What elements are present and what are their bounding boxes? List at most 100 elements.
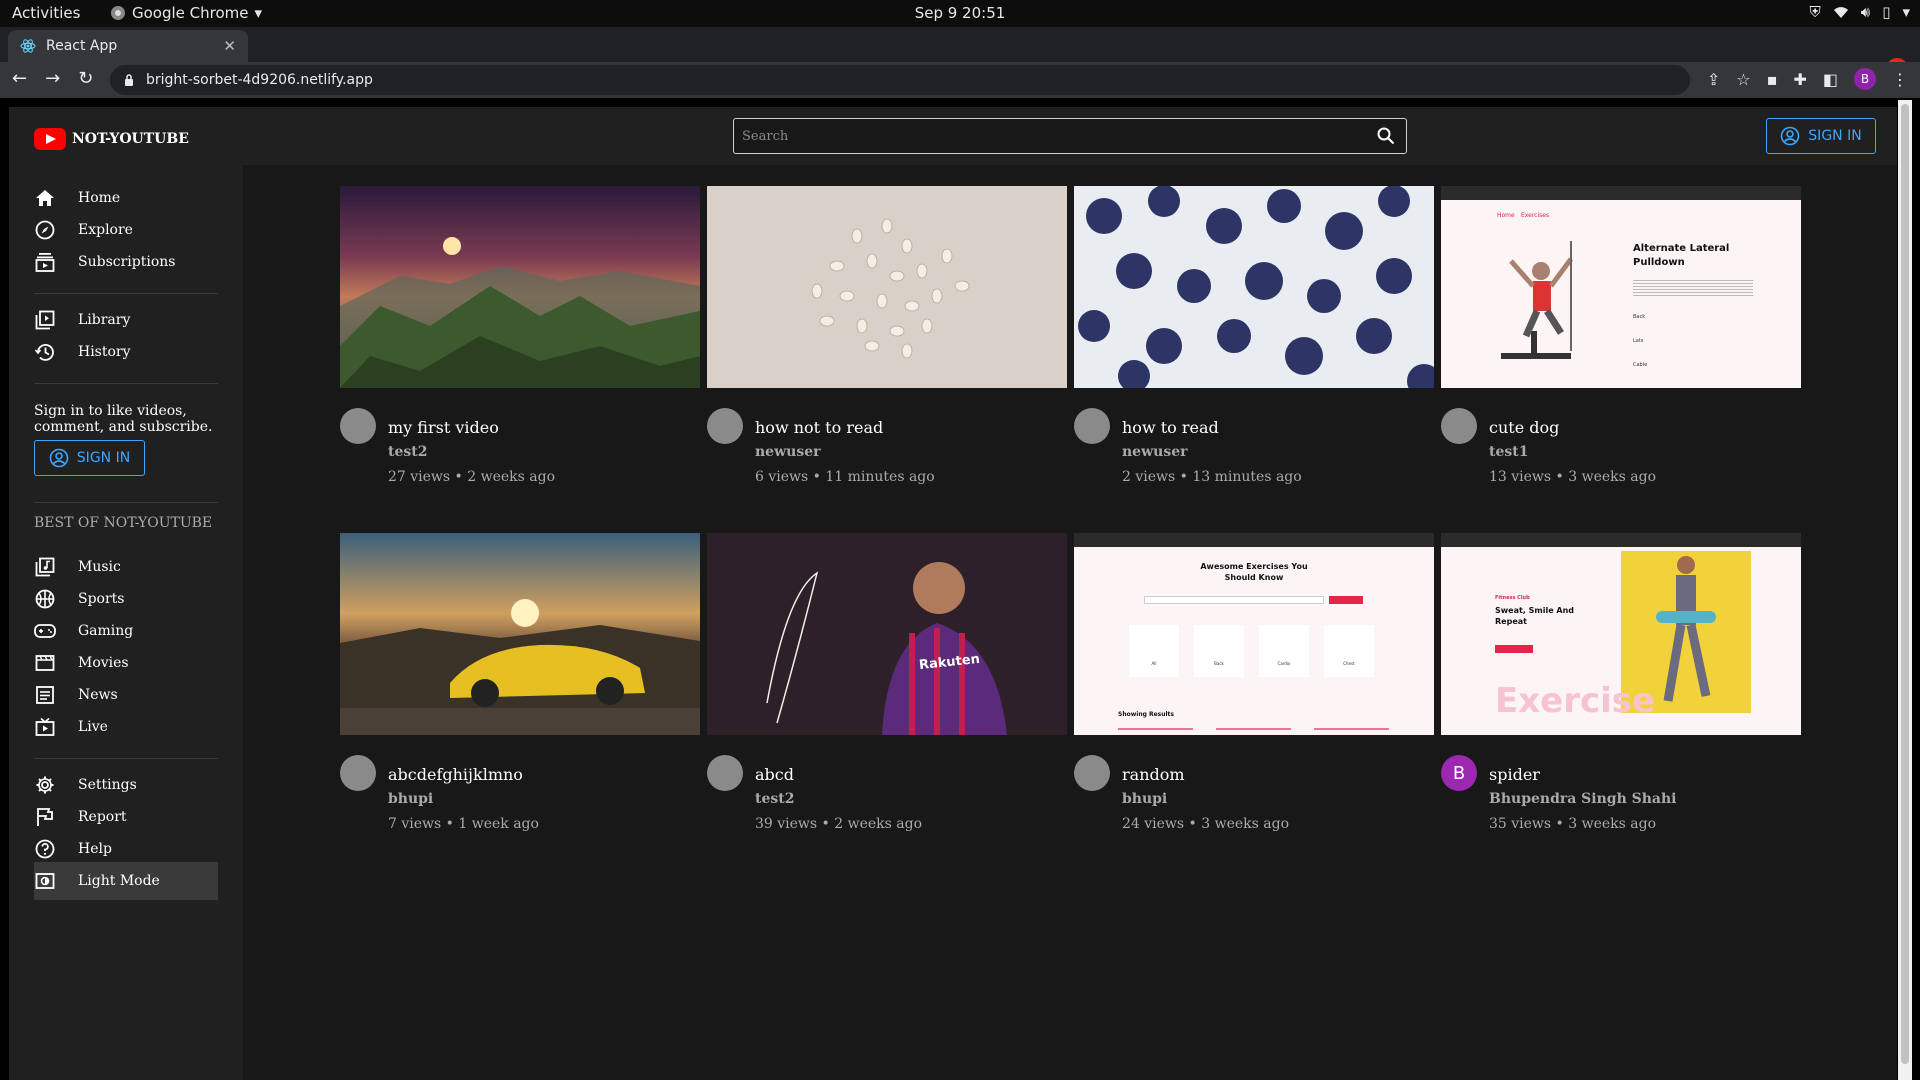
account-circle-icon — [49, 448, 69, 468]
menu-dots-icon[interactable]: ⋮ — [1892, 70, 1908, 89]
sidebar-item-light-mode[interactable]: Light Mode — [34, 862, 218, 900]
channel-avatar[interactable] — [707, 755, 743, 791]
web-page: NOT-YOUTUBE SIGN IN Home Explore Subscri… — [9, 107, 1897, 1080]
sidebar-item-subscriptions[interactable]: Subscriptions — [34, 243, 218, 281]
tab-title: React App — [46, 38, 118, 54]
channel-avatar[interactable] — [1074, 755, 1110, 791]
sidebar-item-live[interactable]: Live — [34, 708, 218, 746]
page-scrollbar[interactable] — [1898, 100, 1912, 1080]
video-card[interactable]: Home Exercises Alternate Lateral Pulldow… — [1441, 186, 1801, 485]
channel-name[interactable]: test2 — [388, 444, 427, 460]
channel-avatar[interactable]: B — [1441, 755, 1477, 791]
channel-avatar[interactable] — [1441, 408, 1477, 444]
channel-avatar[interactable] — [707, 408, 743, 444]
search-icon[interactable] — [1366, 127, 1406, 145]
video-card[interactable]: abcdefghijklmno bhupi 7 views • 1 week a… — [340, 533, 700, 832]
channel-avatar[interactable] — [340, 755, 376, 791]
header-sign-in-button[interactable]: SIGN IN — [1766, 118, 1876, 154]
scrollbar-thumb[interactable] — [1901, 104, 1909, 1064]
thumb-tag: Lats — [1633, 338, 1644, 344]
channel-avatar[interactable] — [340, 408, 376, 444]
thumb-tag: Cable — [1633, 362, 1648, 368]
reload-button[interactable]: ↻ — [78, 68, 93, 89]
video-card[interactable]: how to read newuser 2 views • 13 minutes… — [1074, 186, 1434, 485]
video-thumbnail[interactable] — [707, 186, 1067, 388]
sidebar-item-label: Home — [78, 190, 121, 206]
shield-icon: ⛨ — [1809, 3, 1821, 21]
system-top-bar: Activities Google Chrome ▾ Sep 9 20:51 ⛨… — [0, 0, 1920, 27]
react-icon — [20, 39, 36, 53]
close-tab-icon[interactable]: ✕ — [223, 37, 236, 55]
sidebar-item-label: Library — [78, 312, 131, 328]
sidebar-divider — [34, 293, 218, 294]
video-thumbnail[interactable] — [1074, 186, 1434, 388]
channel-avatar[interactable] — [1074, 408, 1110, 444]
back-button[interactable]: ← — [12, 68, 27, 89]
video-thumbnail[interactable]: Awesome Exercises You Should Know All Ba… — [1074, 533, 1434, 735]
video-card[interactable]: my first video test2 27 views • 2 weeks … — [340, 186, 700, 485]
activities-button[interactable]: Activities — [12, 4, 80, 22]
thumb-results-heading: Showing Results — [1118, 711, 1174, 718]
sidebar-item-label: Movies — [78, 655, 129, 671]
site-logo[interactable]: NOT-YOUTUBE — [34, 128, 189, 150]
sidebar-item-history[interactable]: History — [34, 333, 218, 371]
sidebar-item-label: Explore — [78, 222, 133, 238]
video-title[interactable]: how not to read — [755, 418, 883, 437]
sidebar-item-label: Live — [78, 719, 108, 735]
search-bar — [733, 118, 1407, 154]
browser-tab[interactable]: React App ✕ — [8, 30, 248, 62]
video-title[interactable]: cute dog — [1489, 418, 1559, 437]
video-title[interactable]: abcd — [755, 765, 794, 784]
sidebar-item-label: Help — [78, 841, 112, 857]
profile-avatar[interactable]: B — [1854, 68, 1876, 90]
sidebar-item-label: Gaming — [78, 623, 134, 639]
share-icon[interactable]: ⇪ — [1707, 70, 1720, 89]
channel-name[interactable]: bhupi — [388, 791, 433, 807]
video-thumbnail[interactable]: Rakuten — [707, 533, 1067, 735]
video-thumbnail[interactable]: Fitness Club Sweat, Smile And Repeat Exe… — [1441, 533, 1801, 735]
video-meta: 6 views • 11 minutes ago — [755, 469, 935, 485]
channel-name[interactable]: bhupi — [1122, 791, 1167, 807]
forward-button[interactable]: → — [45, 68, 60, 89]
video-title[interactable]: abcdefghijklmno — [388, 765, 523, 784]
app-menu[interactable]: Google Chrome ▾ — [110, 4, 262, 22]
channel-name[interactable]: Bhupendra Singh Shahi — [1489, 791, 1676, 807]
tab-strip: React App ✕ + ⌄ – ❐ ✕ — [0, 27, 1920, 81]
channel-name[interactable]: newuser — [755, 444, 820, 460]
clock[interactable]: Sep 9 20:51 — [0, 4, 1920, 22]
video-card[interactable]: how not to read newuser 6 views • 11 min… — [707, 186, 1067, 485]
channel-name[interactable]: newuser — [1122, 444, 1187, 460]
history-icon — [34, 341, 56, 363]
system-tray[interactable]: ⛨ 🔊︎ ▯ ▾ — [1809, 3, 1910, 21]
video-thumbnail[interactable]: Home Exercises Alternate Lateral Pulldow… — [1441, 186, 1801, 388]
puzzle-icon[interactable]: ✚ — [1793, 70, 1806, 89]
thumb-category: Chest — [1324, 625, 1374, 677]
volume-icon: 🔊︎ — [1860, 3, 1871, 21]
search-input[interactable] — [734, 128, 1366, 144]
sign-in-label: SIGN IN — [1808, 128, 1862, 144]
sports-icon — [34, 588, 56, 610]
video-title[interactable]: random — [1122, 765, 1185, 784]
video-title[interactable]: spider — [1489, 765, 1540, 784]
compass-icon — [34, 219, 56, 241]
youtube-logo-icon — [34, 128, 66, 150]
video-meta: 39 views • 2 weeks ago — [755, 816, 923, 832]
video-card[interactable]: Rakuten abcd test2 39 views • 2 weeks ag… — [707, 533, 1067, 832]
video-title[interactable]: my first video — [388, 418, 499, 437]
battery-icon: ▯ — [1882, 3, 1891, 21]
channel-name[interactable]: test2 — [755, 791, 794, 807]
sidepanel-icon[interactable]: ◧ — [1823, 70, 1838, 89]
channel-name[interactable]: test1 — [1489, 444, 1528, 460]
extension-icon[interactable]: ▪ — [1767, 70, 1778, 89]
help-icon — [34, 838, 56, 860]
sign-in-message: Sign in to like videos, comment, and sub… — [34, 403, 213, 435]
sidebar-sign-in-button[interactable]: SIGN IN — [34, 440, 145, 476]
video-thumbnail[interactable] — [340, 533, 700, 735]
bookmark-star-icon[interactable]: ☆ — [1736, 70, 1750, 89]
video-title[interactable]: how to read — [1122, 418, 1219, 437]
video-card[interactable]: Fitness Club Sweat, Smile And Repeat Exe… — [1441, 533, 1801, 832]
video-thumbnail[interactable] — [340, 186, 700, 388]
video-card[interactable]: Awesome Exercises You Should Know All Ba… — [1074, 533, 1434, 832]
sidebar-item-label: Report — [78, 809, 127, 825]
address-bar[interactable]: bright-sorbet-4d9206.netlify.app — [110, 65, 1690, 95]
